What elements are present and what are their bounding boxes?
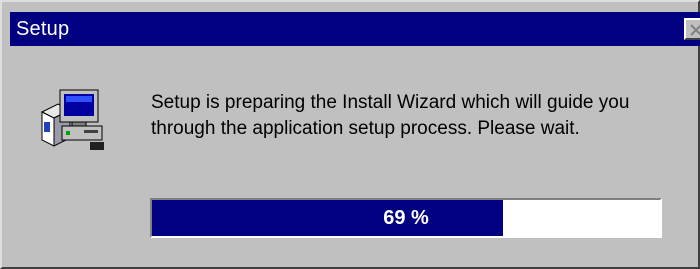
message-line-2: through the application setup process. P… [151, 118, 580, 139]
title-bar[interactable]: Setup [10, 12, 700, 46]
progress-bar: 69 % [150, 198, 662, 238]
dialog-content: Setup is preparing the Install Wizard wh… [10, 46, 700, 266]
close-icon [690, 24, 700, 36]
setup-dialog: Setup Setup is preparing the Install Wiz… [0, 0, 700, 269]
setup-computer-icon [40, 89, 104, 150]
status-message: Setup is preparing the Install Wizard wh… [151, 90, 696, 142]
window-title: Setup [16, 18, 70, 40]
message-line-1: Setup is preparing the Install Wizard wh… [151, 92, 630, 113]
progress-percent-label: 69 % [383, 207, 429, 229]
close-button[interactable] [684, 18, 700, 40]
